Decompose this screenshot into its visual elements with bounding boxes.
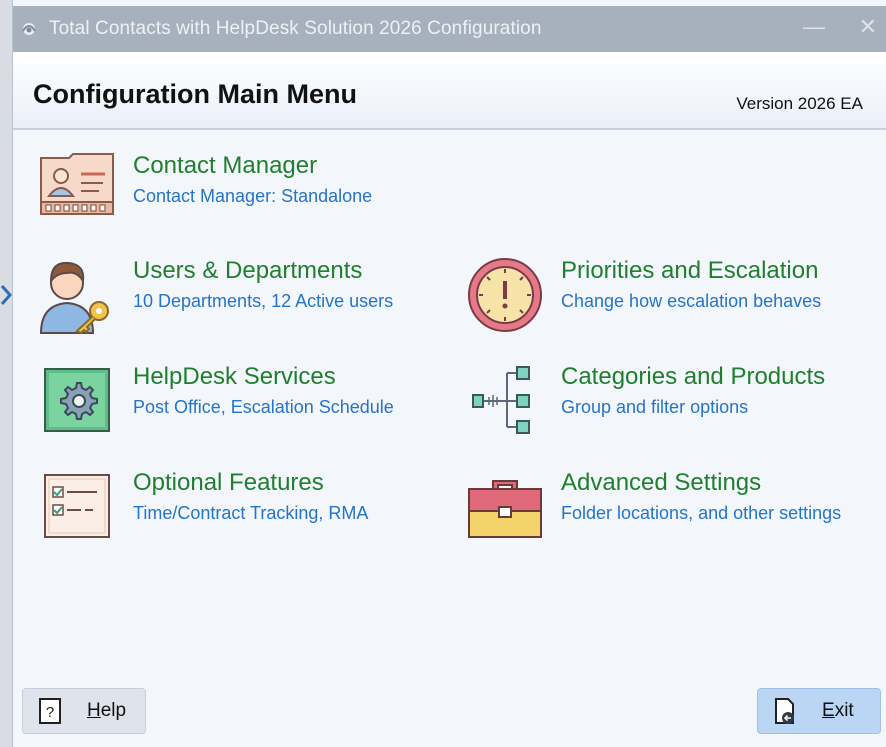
hierarchy-icon: [472, 366, 530, 434]
menu-item-description: Contact Manager: Standalone: [133, 186, 373, 206]
exit-icon: [775, 698, 794, 724]
toolbox-icon: [468, 480, 542, 538]
version-label: Version 2026 EA: [736, 94, 863, 113]
app-icon: [22, 23, 36, 35]
priority-clock-icon: [468, 258, 542, 332]
config-window: Total Contacts with HelpDesk Solution 20…: [12, 0, 886, 747]
menu-item-helpdesk-services[interactable]: HelpDesk Services Post Office, Escalatio…: [37, 361, 447, 451]
gear-board-icon: [44, 368, 110, 432]
menu-item-label: Advanced Settings: [561, 469, 762, 496]
checklist-icon: [44, 474, 110, 538]
menu-item-priorities-escalation[interactable]: Priorities and Escalation Change how esc…: [465, 255, 875, 345]
user-key-icon: [39, 261, 109, 335]
menu-item-label: Categories and Products: [561, 363, 826, 390]
menu-item-description: Post Office, Escalation Schedule: [133, 397, 394, 417]
page-header: Configuration Main Menu Version 2026 EA: [13, 52, 886, 130]
minimize-button[interactable]: —: [803, 14, 825, 40]
menu-item-label: Optional Features: [133, 469, 324, 496]
title-bar: Total Contacts with HelpDesk Solution 20…: [13, 6, 886, 52]
menu-item-label: Users & Departments: [133, 257, 363, 284]
menu-item-description: 10 Departments, 12 Active users: [133, 291, 394, 311]
help-button[interactable]: ? Help: [22, 688, 146, 734]
help-icon: ?: [39, 698, 61, 724]
window-title: Total Contacts with HelpDesk Solution 20…: [49, 18, 542, 39]
collapsed-panel-arrow-icon[interactable]: [0, 283, 12, 307]
menu-item-contact-manager[interactable]: Contact Manager Contact Manager: Standal…: [37, 150, 447, 240]
exit-button-label: Exit: [822, 700, 854, 721]
menu-item-description: Folder locations, and other settings: [561, 503, 842, 523]
menu-item-users-departments[interactable]: Users & Departments 10 Departments, 12 A…: [37, 255, 447, 345]
menu-item-description: Change how escalation behaves: [561, 291, 822, 311]
help-button-label: Help: [87, 700, 127, 721]
menu-item-description: Group and filter options: [561, 397, 749, 417]
menu-item-label: Contact Manager: [133, 152, 318, 179]
contact-card-icon: [40, 153, 114, 215]
menu-item-advanced-settings[interactable]: Advanced Settings Folder locations, and …: [465, 467, 875, 557]
menu-item-optional-features[interactable]: Optional Features Time/Contract Tracking…: [37, 467, 447, 557]
menu-item-label: HelpDesk Services: [133, 363, 336, 390]
close-button[interactable]: ✕: [859, 14, 877, 40]
menu-item-description: Time/Contract Tracking, RMA: [133, 503, 369, 523]
page-title: Configuration Main Menu: [33, 79, 357, 109]
menu-item-categories-products[interactable]: Categories and Products Group and filter…: [465, 361, 875, 451]
menu-item-label: Priorities and Escalation: [561, 257, 819, 284]
svg-text:?: ?: [46, 704, 54, 721]
exit-button[interactable]: Exit: [757, 688, 881, 734]
